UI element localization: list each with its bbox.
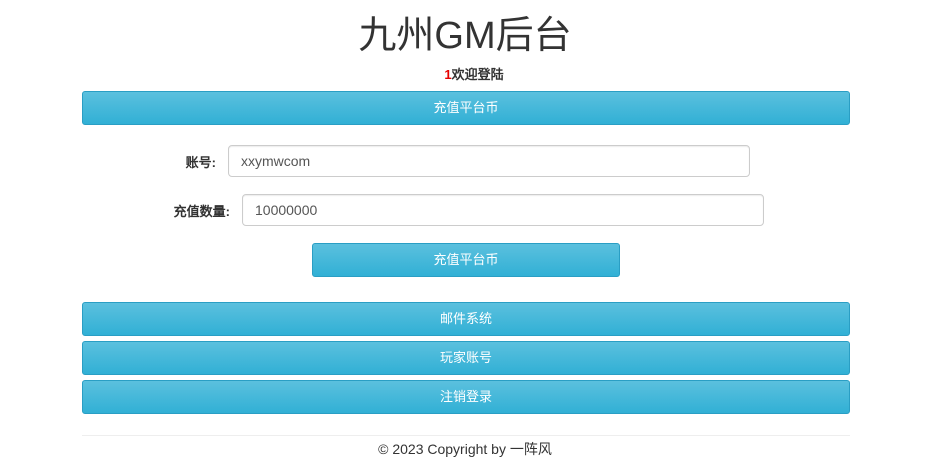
recharge-section-button[interactable]: 充值平台币 [82,91,850,125]
amount-row: 充值数量: [167,194,764,226]
page-title: 九州GM后台 [358,15,572,57]
amount-label: 充值数量: [173,203,230,219]
welcome-message: 1欢迎登陆 [0,66,939,84]
logout-button[interactable]: 注销登录 [82,380,850,414]
recharge-submit-button[interactable]: 充值平台币 [312,243,620,277]
footer-divider [82,435,850,436]
amount-input[interactable] [242,194,764,226]
account-input[interactable] [228,145,750,177]
welcome-text: 欢迎登陆 [451,67,504,82]
player-account-button[interactable]: 玩家账号 [82,341,850,375]
page: 九州GM后台 1欢迎登陆 充值平台币 账号: 充值数量: 充值平台币 邮件系统 … [0,0,939,474]
footer-copyright: © 2023 Copyright by 一阵风 [378,441,552,457]
welcome-user-id: 1 [444,67,452,82]
mail-system-button[interactable]: 邮件系统 [82,302,850,336]
account-row: 账号: [180,145,750,177]
account-label: 账号: [185,154,216,170]
